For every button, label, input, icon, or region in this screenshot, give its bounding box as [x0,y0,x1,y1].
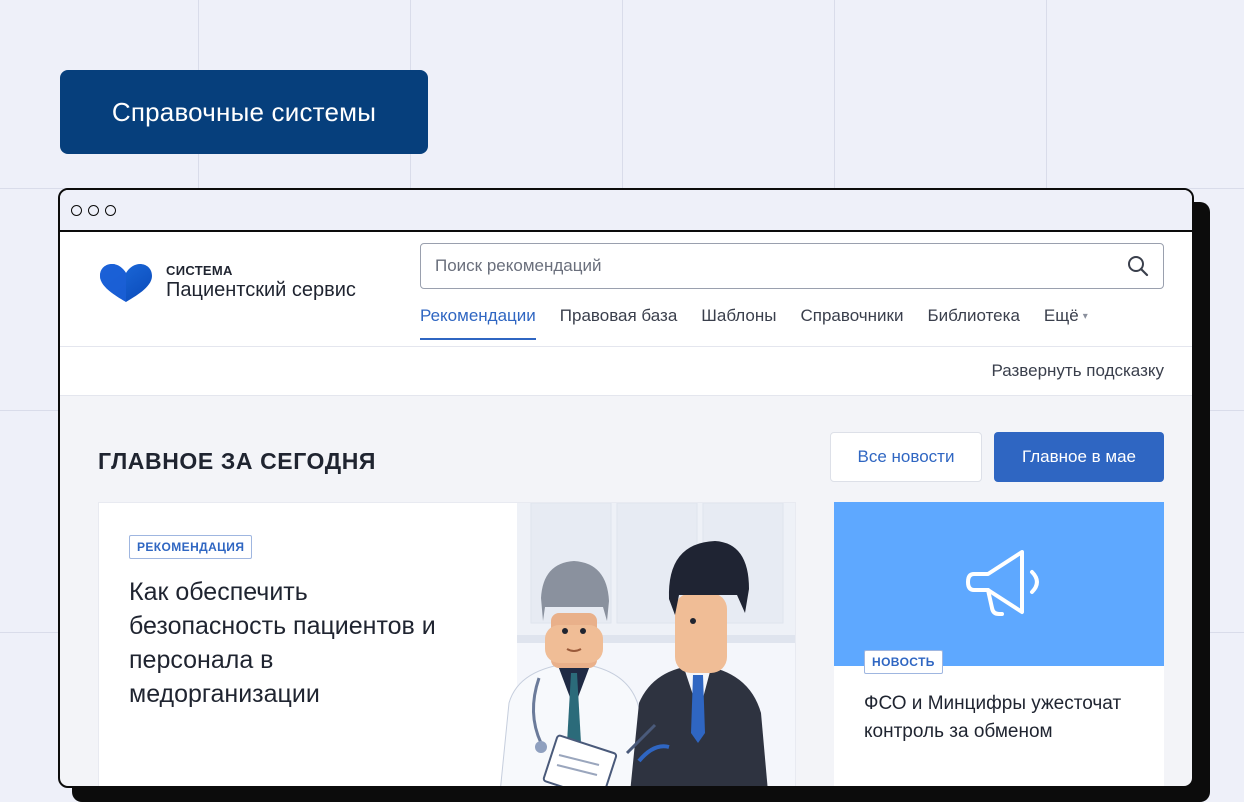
window-dot-icon[interactable] [105,204,116,216]
news-tag: НОВОСТЬ [864,650,943,674]
main-nav: Рекомендации Правовая база Шаблоны Справ… [420,306,1112,340]
news-card[interactable]: НОВОСТЬ ФСО и Минцифры ужесточат контрол… [834,502,1164,786]
nav-item-more[interactable]: Ещё ▾ [1044,306,1088,338]
all-news-button[interactable]: Все новости [830,432,982,482]
megaphone-icon [966,550,1039,616]
recommendation-card[interactable]: РЕКОМЕНДАЦИЯ Как обеспечить безопасность… [98,502,796,786]
nav-more-label: Ещё [1043,306,1079,325]
chevron-down-icon: ▾ [1082,310,1088,322]
nav-item-recommendations[interactable]: Рекомендации [420,306,536,340]
browser-window: СИСТЕМА Пациентский сервис Рекомендации … [58,188,1194,788]
nav-item-templates[interactable]: Шаблоны [701,306,776,338]
window-dot-icon[interactable] [88,204,99,216]
section-badge: Справочные системы [60,70,428,154]
nav-item-legal-base[interactable]: Правовая база [560,306,678,338]
window-dot-icon[interactable] [71,204,82,216]
logo-title: Пациентский сервис [166,279,356,301]
recommendation-tag: РЕКОМЕНДАЦИЯ [129,535,253,559]
main-content: ГЛАВНОЕ ЗА СЕГОДНЯ Все новости Главное в… [60,396,1192,786]
hint-bar: Развернуть подсказку [60,347,1192,396]
news-banner [834,502,1164,666]
card-title: Как обеспечить безопасность пациентов и … [129,578,436,708]
news-title: ФСО и Минцифры ужесточат контроль за обм… [864,693,1122,742]
nav-item-library[interactable]: Библиотека [927,306,1019,338]
search-icon[interactable] [1123,251,1153,281]
doctors-illustration [500,503,795,786]
app-header: СИСТЕМА Пациентский сервис Рекомендации … [60,232,1192,347]
nav-item-directories[interactable]: Справочники [800,306,903,338]
search-input[interactable] [433,255,1123,277]
section-title: ГЛАВНОЕ ЗА СЕГОДНЯ [98,448,377,474]
window-titlebar [60,190,1192,232]
logo[interactable]: СИСТЕМА Пациентский сервис [98,262,356,304]
main-in-may-button[interactable]: Главное в мае [994,432,1164,482]
search-box [420,243,1164,289]
heart-logo-icon [100,264,152,302]
logo-subtitle: СИСТЕМА [166,263,233,278]
expand-hint-link[interactable]: Развернуть подсказку [991,361,1164,381]
